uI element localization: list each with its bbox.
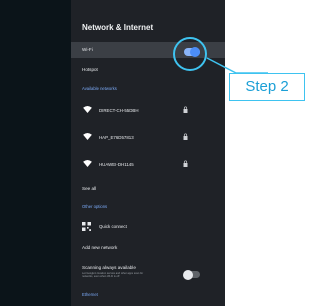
step-label-box: Step 2 — [229, 73, 305, 101]
callout-connector — [206, 57, 268, 74]
step-label: Step 2 — [245, 78, 289, 95]
